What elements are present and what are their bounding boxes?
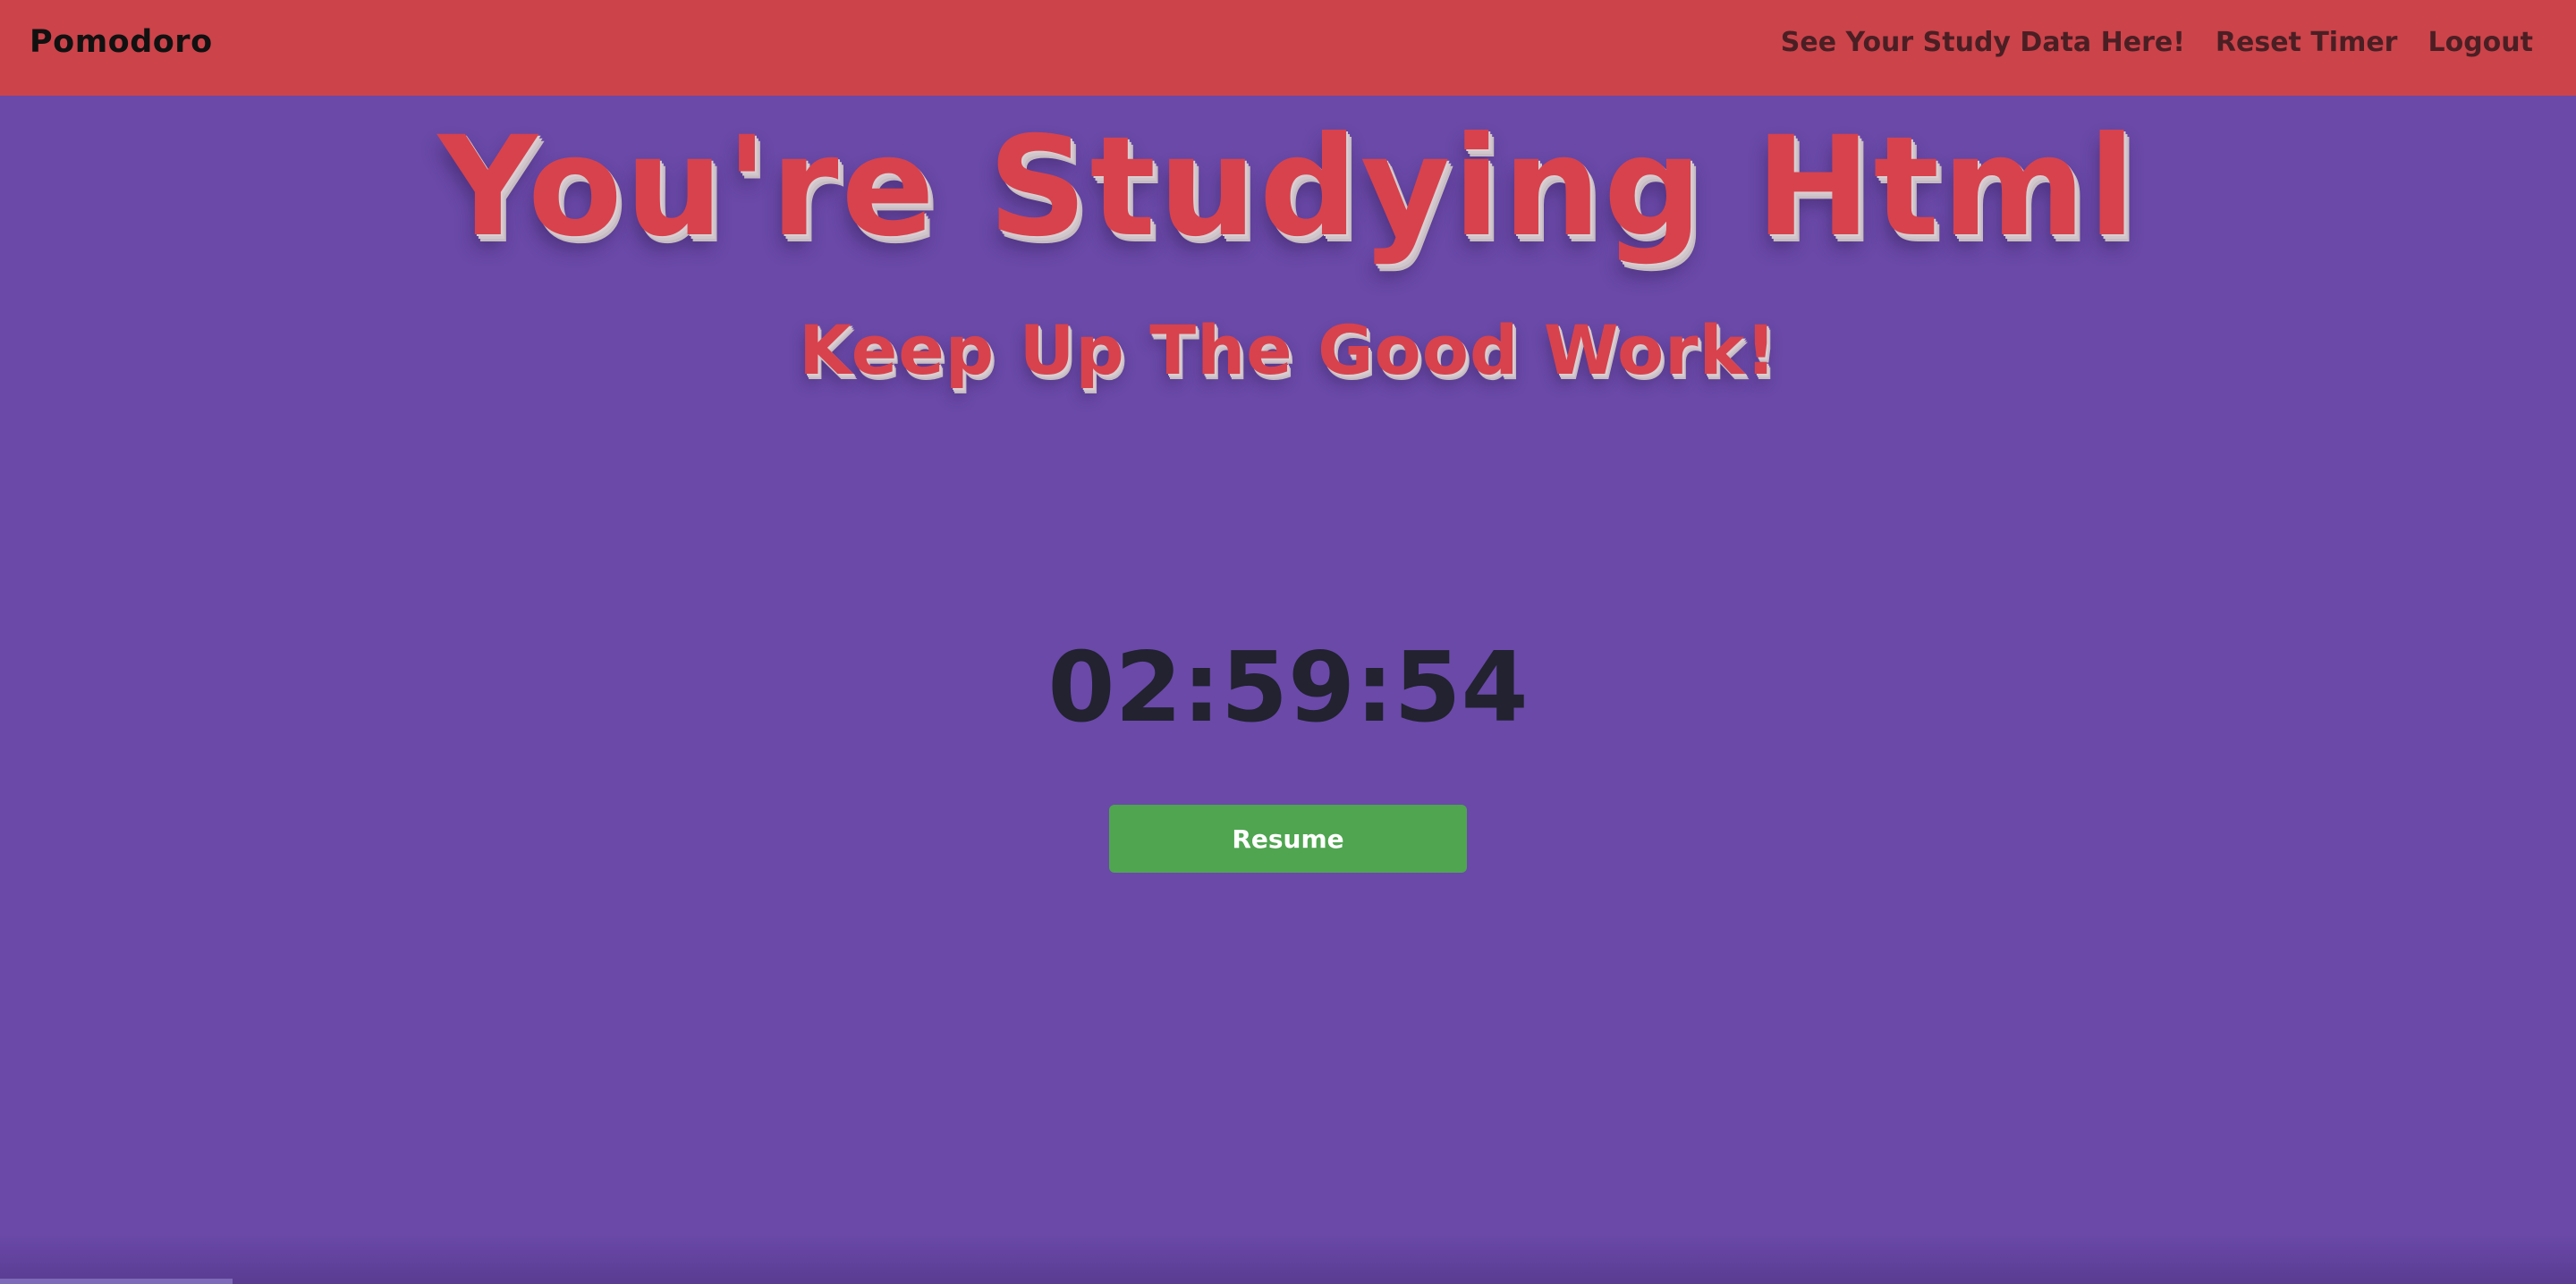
nav-links: See Your Study Data Here! Reset Timer Lo… [1781,27,2533,58]
navbar: Pomodoro See Your Study Data Here! Reset… [0,0,2576,96]
resume-button[interactable]: Resume [1109,805,1467,873]
study-data-link[interactable]: See Your Study Data Here! [1781,27,2185,58]
brand-link[interactable]: Pomodoro [30,24,213,60]
timer-display: 02:59:54 [1047,632,1529,744]
horizontal-scrollbar[interactable] [0,1279,233,1284]
bottom-shade [0,1234,2576,1284]
logout-link[interactable]: Logout [2428,27,2533,58]
page-title: You're Studying Html [437,107,2139,267]
page-subtitle: Keep Up The Good Work! [799,310,1777,390]
reset-timer-link[interactable]: Reset Timer [2216,27,2398,58]
